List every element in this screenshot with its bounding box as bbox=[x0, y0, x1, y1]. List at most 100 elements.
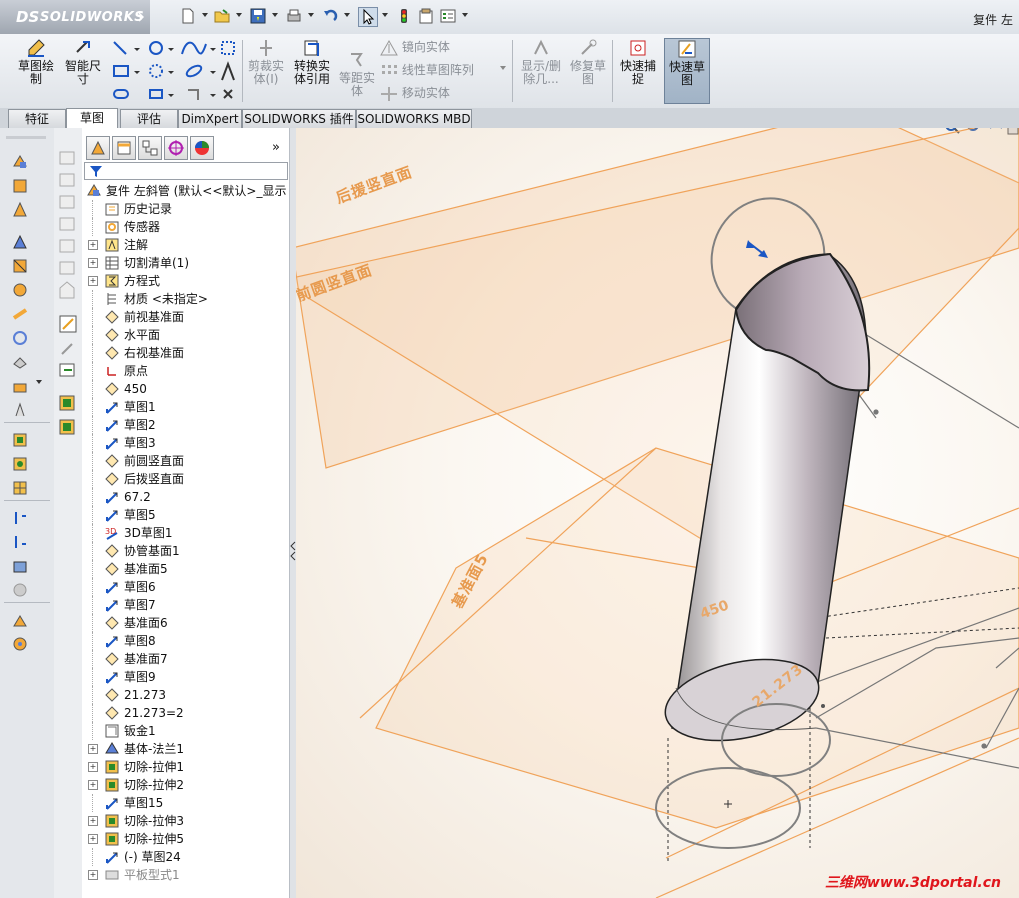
save-icon[interactable] bbox=[250, 8, 266, 24]
expand-toggle-icon[interactable]: + bbox=[88, 780, 98, 790]
rebuild-traffic-light-icon[interactable] bbox=[396, 8, 412, 24]
expand-toggle-icon[interactable]: + bbox=[88, 834, 98, 844]
tree-item-label: 材质 <未指定> bbox=[124, 292, 208, 306]
tree-connector bbox=[92, 506, 94, 524]
tree-item[interactable]: + 切除-拉伸1 bbox=[82, 758, 290, 776]
sketch-button[interactable]: 草图绘 制 bbox=[14, 38, 58, 86]
mirror-label: 镜向实体 bbox=[401, 40, 450, 54]
expand-toggle-icon[interactable]: + bbox=[88, 276, 98, 286]
quick-snaps-button[interactable]: 快速捕 捉 bbox=[618, 38, 658, 86]
tree-item[interactable]: 前圆竖直面 bbox=[82, 452, 290, 470]
select-cursor-icon[interactable] bbox=[358, 7, 378, 27]
tree-item[interactable]: 基准面7 bbox=[82, 650, 290, 668]
tree-item[interactable]: 67.2 bbox=[82, 488, 290, 506]
graphics-area[interactable]: 后援竖直面 前圆竖直面 基准面5 450 21.273 三维网www.3dpor… bbox=[296, 128, 1019, 898]
file-properties-icon[interactable] bbox=[418, 8, 434, 24]
tab-features[interactable]: 特征 bbox=[8, 109, 66, 128]
sketch-toolbar-left bbox=[54, 128, 83, 898]
sketch-label: 草图绘 制 bbox=[17, 59, 54, 86]
propertymanager-tab-icon[interactable] bbox=[112, 136, 136, 160]
tab-dimxpert[interactable]: DimXpert bbox=[178, 109, 242, 128]
tree-connector bbox=[92, 452, 94, 470]
smart-dimension-button[interactable]: 智能尺 寸 bbox=[62, 38, 104, 86]
sketch3d-icon: 3D bbox=[104, 525, 120, 541]
expand-toggle-icon[interactable]: + bbox=[88, 744, 98, 754]
feature-toolbar-left bbox=[0, 128, 55, 898]
plane-icon bbox=[104, 453, 120, 469]
expand-toggle-icon[interactable]: + bbox=[88, 762, 98, 772]
tab-mbd[interactable]: SOLIDWORKS MBD bbox=[356, 109, 472, 128]
trim-entities-button[interactable]: 剪裁实 体(I) bbox=[246, 38, 286, 86]
featuremanager-tab-icon[interactable] bbox=[86, 136, 110, 160]
tree-item[interactable]: 协管基面1 bbox=[82, 542, 290, 560]
configurationmanager-tab-icon[interactable] bbox=[138, 136, 162, 160]
convert-entities-button[interactable]: 转换实 体引用 bbox=[290, 38, 334, 86]
tree-item[interactable]: 21.273=2 bbox=[82, 704, 290, 722]
tree-item[interactable]: 草图5 bbox=[82, 506, 290, 524]
tree-item-label: 切除-拉伸1 bbox=[124, 760, 184, 774]
tree-item[interactable]: (-) 草图24 bbox=[82, 848, 290, 866]
tree-item[interactable]: + 平板型式1 bbox=[82, 866, 290, 884]
print-icon[interactable] bbox=[286, 8, 302, 24]
sketch-icon bbox=[104, 435, 120, 451]
tree-item[interactable]: + 基体-法兰1 bbox=[82, 740, 290, 758]
tree-item[interactable]: + 切割清单(1) bbox=[82, 254, 290, 272]
display-manager-tab-icon[interactable] bbox=[190, 136, 214, 160]
tree-item[interactable]: 3D 3D草图1 bbox=[82, 524, 290, 542]
panel-expand-arrow-icon[interactable]: » bbox=[272, 140, 280, 155]
tree-item[interactable]: 21.273 bbox=[82, 686, 290, 704]
tree-item[interactable]: 草图2 bbox=[82, 416, 290, 434]
tree-item[interactable]: 草图15 bbox=[82, 794, 290, 812]
expand-toggle-icon[interactable]: + bbox=[88, 816, 98, 826]
mirror-entities-button[interactable]: 镜向实体 bbox=[380, 38, 450, 56]
dimxpert-tab-icon[interactable] bbox=[164, 136, 188, 160]
tree-item[interactable]: 历史记录 bbox=[82, 200, 290, 218]
tree-item[interactable]: + 切除-拉伸3 bbox=[82, 812, 290, 830]
tree-item[interactable]: 原点 bbox=[82, 362, 290, 380]
tree-item-label: 平板型式1 bbox=[124, 868, 180, 882]
undo-icon[interactable] bbox=[322, 8, 338, 24]
move-entities-button[interactable]: 移动实体 bbox=[380, 84, 450, 102]
options-icon[interactable] bbox=[440, 8, 456, 24]
tree-item[interactable]: 草图1 bbox=[82, 398, 290, 416]
tree-item[interactable]: 草图7 bbox=[82, 596, 290, 614]
tree-item[interactable]: 右视基准面 bbox=[82, 344, 290, 362]
sketch-icon bbox=[104, 597, 120, 613]
tree-item[interactable]: 传感器 bbox=[82, 218, 290, 236]
tree-item[interactable]: 草图8 bbox=[82, 632, 290, 650]
tree-connector bbox=[92, 470, 94, 488]
tree-connector bbox=[92, 488, 94, 506]
tab-sketch[interactable]: 草图 bbox=[66, 108, 118, 129]
rapid-sketch-button[interactable]: 快速草 图 bbox=[664, 38, 710, 104]
tree-item[interactable]: 基准面5 bbox=[82, 560, 290, 578]
tree-item[interactable]: 钣金1 bbox=[82, 722, 290, 740]
tab-addins[interactable]: SOLIDWORKS 插件 bbox=[242, 109, 356, 128]
tree-item[interactable]: 基准面6 bbox=[82, 614, 290, 632]
offset-entities-button[interactable]: 等距实 体 bbox=[338, 50, 376, 98]
tree-item[interactable]: + 切除-拉伸2 bbox=[82, 776, 290, 794]
new-document-icon[interactable] bbox=[180, 8, 196, 24]
tree-item[interactable]: 草图6 bbox=[82, 578, 290, 596]
expand-toggle-icon[interactable]: + bbox=[88, 240, 98, 250]
tree-filter[interactable] bbox=[84, 162, 288, 180]
tree-item[interactable]: + 注解 bbox=[82, 236, 290, 254]
expand-toggle-icon[interactable]: + bbox=[88, 258, 98, 268]
display-delete-relations-button[interactable]: 显示/删 除几... bbox=[518, 38, 564, 86]
tree-item[interactable]: 450 bbox=[82, 380, 290, 398]
tab-evaluate[interactable]: 评估 bbox=[120, 109, 178, 128]
expand-toggle-icon[interactable]: + bbox=[88, 870, 98, 880]
open-folder-icon[interactable] bbox=[214, 8, 230, 24]
tree-item[interactable]: 草图9 bbox=[82, 668, 290, 686]
linear-pattern-button[interactable]: 线性草图阵列 bbox=[380, 61, 474, 79]
repair-sketch-button[interactable]: 修复草 图 bbox=[568, 38, 608, 86]
tree-item[interactable]: 水平面 bbox=[82, 326, 290, 344]
menu-expand-arrow-icon[interactable] bbox=[138, 10, 145, 24]
plane-icon bbox=[104, 381, 120, 397]
tree-item[interactable]: + 方程式 bbox=[82, 272, 290, 290]
tree-item-label: 草图9 bbox=[124, 670, 156, 684]
tree-item[interactable]: 材质 <未指定> bbox=[82, 290, 290, 308]
tree-item[interactable]: + 切除-拉伸5 bbox=[82, 830, 290, 848]
tree-item[interactable]: 草图3 bbox=[82, 434, 290, 452]
tree-item[interactable]: 后拨竖直面 bbox=[82, 470, 290, 488]
tree-item[interactable]: 前视基准面 bbox=[82, 308, 290, 326]
